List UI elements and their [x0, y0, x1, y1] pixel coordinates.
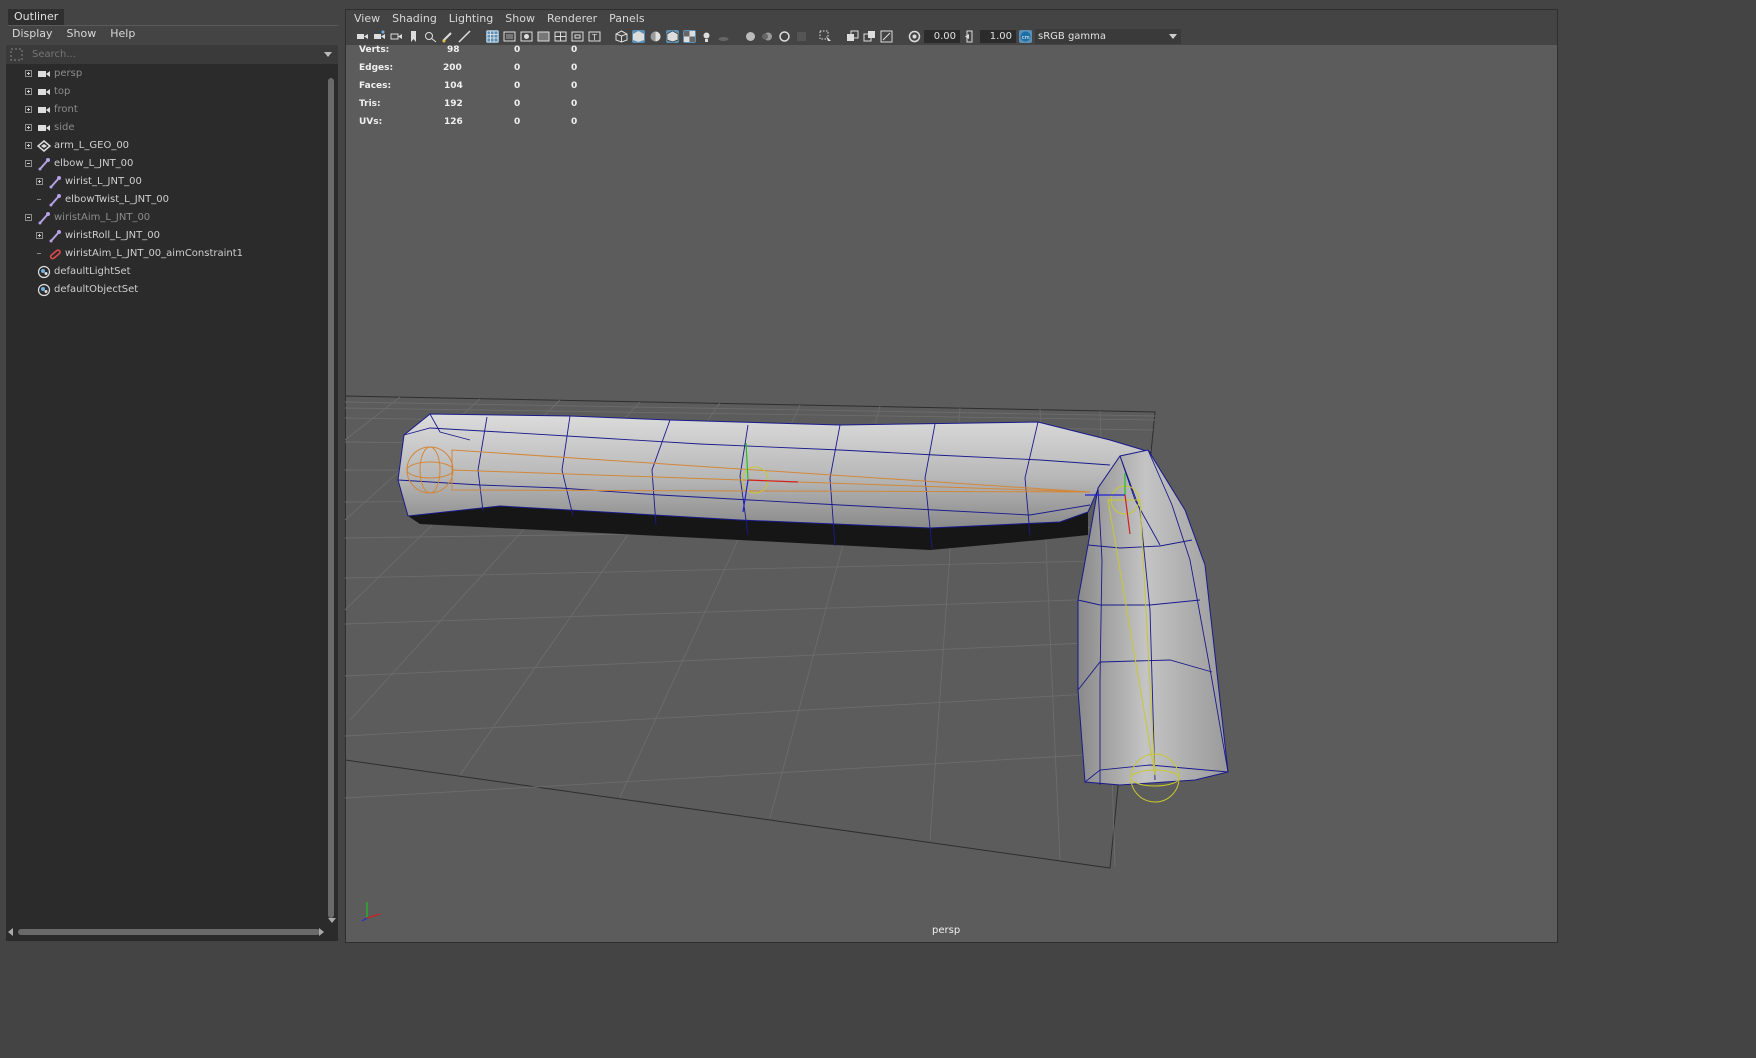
tree-row-default-light-set[interactable]: defaultLightSet — [6, 263, 326, 281]
expand-icon[interactable] — [25, 124, 32, 131]
tree-row-aim-constraint[interactable]: wiristAim_L_JNT_00_aimConstraint1 — [6, 245, 326, 263]
collapse-icon[interactable] — [25, 160, 32, 167]
joint-icon — [49, 230, 61, 243]
menu-view[interactable]: View — [348, 10, 386, 28]
search-bar — [6, 45, 338, 64]
tree-label: side — [54, 122, 75, 133]
expand-icon[interactable] — [25, 88, 32, 95]
expand-icon[interactable] — [36, 178, 43, 185]
tree-branch-dot — [37, 253, 41, 254]
outliner-menubar: Display Show Help — [12, 27, 135, 41]
camera-icon — [38, 125, 50, 131]
joint-icon — [49, 176, 61, 189]
tree-branch-dot — [37, 199, 41, 200]
camera-icon — [38, 71, 50, 77]
tree-label: persp — [54, 68, 83, 79]
outliner-horizontal-scrollbar[interactable] — [6, 927, 326, 937]
tree-label: elbow_L_JNT_00 — [54, 158, 134, 169]
scroll-thumb[interactable] — [328, 78, 334, 918]
view-axis-gizmo-icon — [361, 902, 381, 922]
menu-renderer[interactable]: Renderer — [541, 10, 603, 28]
menu-show[interactable]: Show — [499, 10, 541, 28]
menu-display[interactable]: Display — [12, 27, 53, 41]
joint-icon — [38, 212, 50, 225]
camera-icon — [38, 89, 50, 95]
search-input[interactable] — [30, 47, 326, 61]
outliner-panel: Outliner Display Show Help persp top — [0, 0, 340, 945]
tree-row-default-object-set[interactable]: defaultObjectSet — [6, 281, 326, 299]
set-icon — [37, 265, 51, 279]
tree-row-elbowtwist-jnt[interactable]: elbowTwist_L_JNT_00 — [6, 191, 326, 209]
expand-icon[interactable] — [25, 142, 32, 149]
expand-icon[interactable] — [36, 232, 43, 239]
scroll-thumb[interactable] — [18, 929, 320, 935]
scroll-left-arrow-icon[interactable] — [8, 928, 13, 936]
set-icon — [37, 283, 51, 297]
menu-panels[interactable]: Panels — [603, 10, 650, 28]
mesh-transform-icon — [37, 140, 51, 152]
tree-label: wirist_L_JNT_00 — [65, 176, 142, 187]
tree-row-arm-geo[interactable]: arm_L_GEO_00 — [6, 137, 326, 155]
tree-row-wirist-jnt[interactable]: wirist_L_JNT_00 — [6, 173, 326, 191]
outliner-vertical-scrollbar[interactable] — [327, 74, 336, 926]
tab-divider — [8, 25, 338, 26]
collapse-icon[interactable] — [25, 214, 32, 221]
menu-lighting[interactable]: Lighting — [443, 10, 499, 28]
menu-show[interactable]: Show — [67, 27, 97, 41]
tree-label: arm_L_GEO_00 — [54, 140, 130, 151]
tree-row-top[interactable]: top — [6, 83, 326, 101]
tree-label: elbowTwist_L_JNT_00 — [65, 194, 169, 205]
camera-icon — [38, 107, 50, 113]
tree-label: top — [54, 86, 71, 97]
scroll-right-arrow-icon[interactable] — [319, 928, 324, 936]
search-dropdown-icon[interactable] — [324, 52, 332, 57]
joint-icon — [49, 194, 61, 207]
menu-shading[interactable]: Shading — [386, 10, 443, 28]
tree-row-persp[interactable]: persp — [6, 65, 326, 83]
tree-label: wiristAim_L_JNT_00 — [54, 212, 151, 223]
outliner-body: persp top front side arm_L_GEO_00 — [6, 45, 338, 941]
viewport-scene[interactable] — [345, 36, 1557, 942]
outliner-tab[interactable]: Outliner — [8, 9, 65, 25]
viewport-menubar: View Shading Lighting Show Renderer Pane… — [346, 10, 1557, 28]
tree-row-wiristaim-jnt[interactable]: wiristAim_L_JNT_00 — [6, 209, 326, 227]
scroll-down-arrow-icon[interactable] — [328, 918, 336, 923]
tree-label: wiristRoll_L_JNT_00 — [65, 230, 160, 241]
tree-row-side[interactable]: side — [6, 119, 326, 137]
tree-label: front — [54, 104, 78, 115]
tree-label: defaultObjectSet — [54, 284, 139, 295]
camera-name-label: persp — [932, 925, 961, 936]
outliner-tree: persp top front side arm_L_GEO_00 elbow_… — [6, 65, 326, 299]
filter-icon[interactable] — [10, 48, 23, 61]
joint-icon — [38, 158, 50, 171]
tree-label: defaultLightSet — [54, 266, 131, 277]
arm-geo-mesh[interactable] — [397, 413, 1229, 786]
expand-icon[interactable] — [25, 70, 32, 77]
tree-row-wiristroll-jnt[interactable]: wiristRoll_L_JNT_00 — [6, 227, 326, 245]
tree-row-front[interactable]: front — [6, 101, 326, 119]
tree-row-elbow-jnt[interactable]: elbow_L_JNT_00 — [6, 155, 326, 173]
aim-constraint-icon — [49, 249, 61, 260]
tree-label: wiristAim_L_JNT_00_aimConstraint1 — [65, 248, 244, 259]
menu-help[interactable]: Help — [110, 27, 135, 41]
expand-icon[interactable] — [25, 106, 32, 113]
